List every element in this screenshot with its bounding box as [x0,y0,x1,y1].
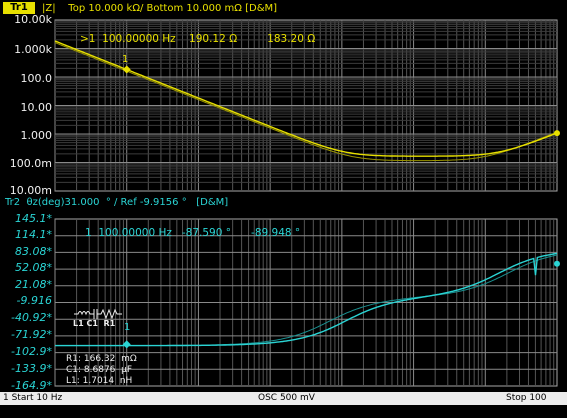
osc-level[interactable]: OSC 500 mV [258,392,315,405]
trace2-ytick-6: -40.92* [11,311,52,324]
trace1-endpoint [554,130,560,137]
trace2-ytick-3: 52.08* [15,261,52,274]
trace2-ytick-0: 145.1* [15,212,52,225]
trace1-ytick-3: 10.00 [20,101,53,114]
status-footer: 1 Start 10 Hz OSC 500 mV Stop 100 MHz [0,392,567,416]
trace2-endpoint [554,260,560,267]
trace1-ytick-5: 100.0m [9,157,52,170]
trace1-ytick-1: 1.000k [14,43,52,56]
analyzer-screen: Tr1 |Z| Top 10.000 kΩ/ Bottom 10.000 mΩ … [0,0,567,416]
trace2-ytick-9: -133.9* [11,362,52,375]
trace2-marker-readout: 1 100.00000 Hz -87.590 ° -89.948 ° [85,227,301,239]
trace1-ytick-6: 10.00m [9,184,52,197]
start-frequency[interactable]: 1 Start 10 Hz [3,392,62,405]
trace2-ytick-2: 83.08* [15,245,52,258]
trace2-ytick-7: -71.92* [11,328,52,341]
trace2-ytick-5: -9.916 [16,294,52,307]
trace1-ytick-4: 1.000 [20,129,53,142]
trace2-ytick-8: -102.9* [11,345,52,358]
trace1-ytick-2: 100.0 [20,72,53,85]
trace2-header: Tr2 θz(deg)31.000 ° / Ref -9.9156 ° [D&M… [5,197,229,208]
stop-frequency[interactable]: Stop 100 MHz [506,392,567,418]
trace2-ytick-4: 21.08* [15,278,52,291]
trace2-ytick-10: -164.9* [11,379,52,392]
circuit-l1: L1: 1.7014 nH [66,376,133,386]
circuit-labels: L1 C1 R1 [73,319,116,328]
trace1-marker-readout: >1 100.00000 Hz 190.12 Ω 183.20 Ω [80,33,316,45]
trace1-header: |Z| Top 10.000 kΩ/ Bottom 10.000 mΩ [D&M… [42,3,278,14]
trace1-marker-number: 1 [122,54,129,65]
trace2-ytick-1: 114.1* [15,228,52,241]
trace1-ytick-0: 10.00k [14,13,52,26]
